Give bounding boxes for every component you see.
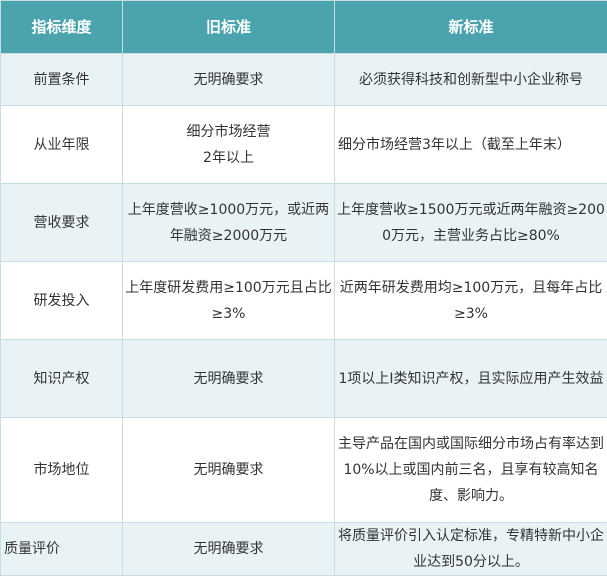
header-old-standard: 旧标准 [122,0,335,54]
row-old: 细分市场经营 2年以上 [122,105,335,184]
table-row: 知识产权 无明确要求 1项以上Ⅰ类知识产权，且实际应用产生效益 [0,339,607,418]
row-dimension: 研发投入 [0,261,123,340]
header-row: 指标维度 旧标准 新标准 [0,0,607,54]
row-old: 无明确要求 [122,522,335,576]
row-old-line2: 2年以上 [203,149,254,166]
row-old: 上年度研发费用≥100万元且占比≥3% [122,261,335,340]
row-new: 上年度营收≥1500万元或近两年融资≥2000万元，主营业务占比≥80% [334,183,607,262]
row-dimension: 质量评价 [0,522,123,576]
table-row: 营收要求 上年度营收≥1000万元，或近两年融资≥2000万元 上年度营收≥15… [0,183,607,262]
row-dimension: 前置条件 [0,53,123,106]
table-row: 市场地位 无明确要求 主导产品在国内或国际细分市场占有率达到10%以上或国内前三… [0,417,607,523]
row-new: 细分市场经营3年以上（截至上年末） [334,105,607,184]
table-row: 从业年限 细分市场经营 2年以上 细分市场经营3年以上（截至上年末） [0,105,607,184]
row-new: 1项以上Ⅰ类知识产权，且实际应用产生效益 [334,339,607,418]
row-dimension: 市场地位 [0,417,123,523]
table-row: 质量评价 无明确要求 将质量评价引入认定标准，专精特新中小企业达到50分以上。 [0,522,607,576]
row-new: 近两年研发费用均≥100万元，且每年占比≥3% [334,261,607,340]
row-old-line1: 细分市场经营 [186,123,271,140]
header-dimension: 指标维度 [0,0,123,54]
row-old: 无明确要求 [122,417,335,523]
table-row: 研发投入 上年度研发费用≥100万元且占比≥3% 近两年研发费用均≥100万元，… [0,261,607,340]
row-old: 无明确要求 [122,339,335,418]
row-new: 将质量评价引入认定标准，专精特新中小企业达到50分以上。 [334,522,607,576]
header-new-standard: 新标准 [334,0,607,54]
row-old: 无明确要求 [122,53,335,106]
row-old: 上年度营收≥1000万元，或近两年融资≥2000万元 [122,183,335,262]
row-dimension: 营收要求 [0,183,123,262]
row-dimension: 从业年限 [0,105,123,184]
row-dimension: 知识产权 [0,339,123,418]
row-new: 主导产品在国内或国际细分市场占有率达到10%以上或国内前三名，且享有较高知名度、… [334,417,607,523]
table-row: 前置条件 无明确要求 必须获得科技和创新型中小企业称号 [0,53,607,106]
row-new: 必须获得科技和创新型中小企业称号 [334,53,607,106]
standards-comparison-table: 指标维度 旧标准 新标准 前置条件 无明确要求 必须获得科技和创新型中小企业称号… [0,0,607,576]
